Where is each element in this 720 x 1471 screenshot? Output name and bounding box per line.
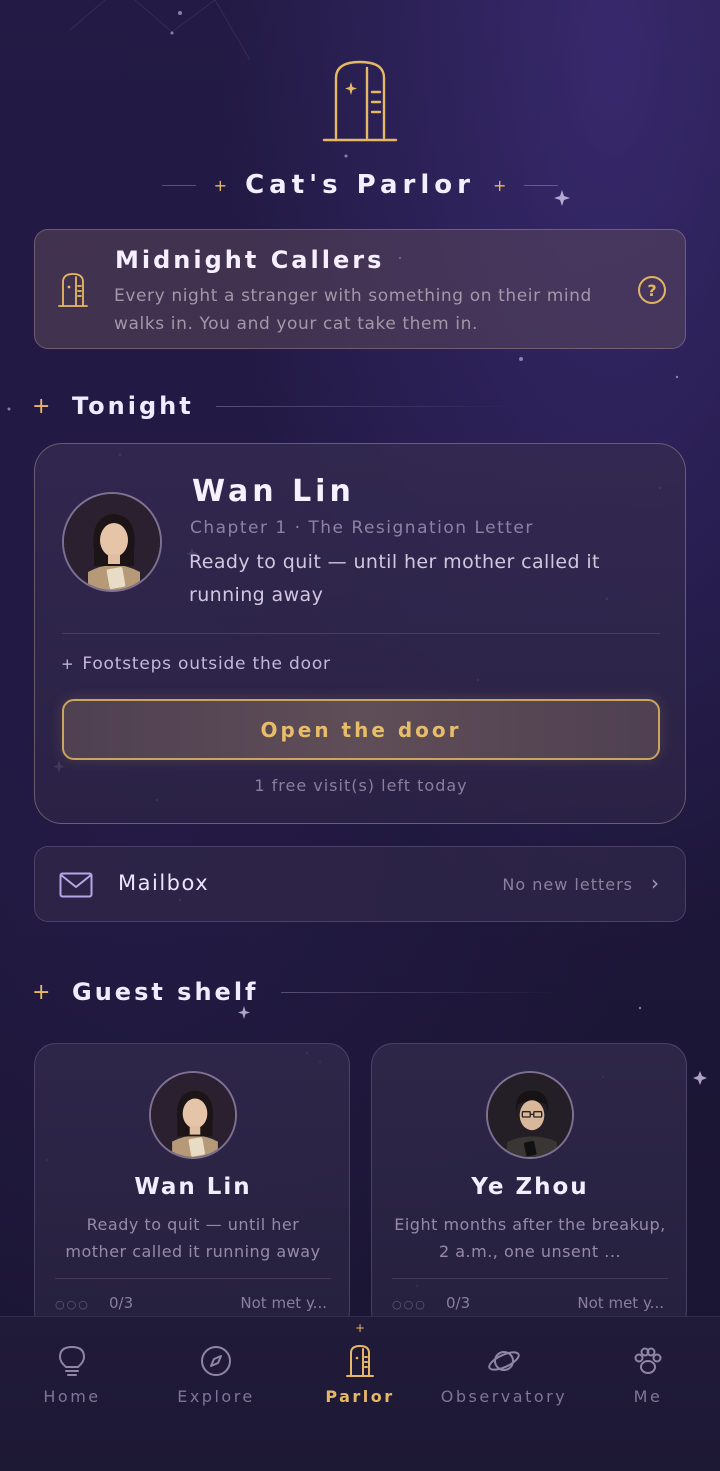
chapter-label: Chapter 1 · The Resignation Letter [190, 518, 534, 538]
guest-description: Eight months after the breakup, 2 a.m., … [394, 1215, 666, 1261]
sparkle-icon: + [32, 979, 51, 1005]
active-indicator-icon: + [355, 1321, 366, 1335]
guest-status: Not met y... [240, 1294, 327, 1312]
nav-item-parlor[interactable]: + Parlor [288, 1317, 432, 1471]
nav-label-observatory: Observatory [440, 1387, 568, 1406]
tonight-guest-name: Wan Lin [192, 474, 355, 509]
sparkle-icon: + [213, 175, 228, 195]
section-divider [215, 405, 516, 407]
nav-label-me: Me [633, 1387, 663, 1406]
progress-dots: ○○○ [55, 1298, 90, 1311]
envelope-icon [59, 872, 93, 898]
sparkle-icon: + [32, 393, 51, 419]
help-icon[interactable]: ? [638, 276, 666, 304]
title-divider-left [161, 184, 196, 186]
app-title: Cat's Parlor [245, 170, 475, 200]
progress-dots: ○○○ [392, 1298, 427, 1311]
guest-avatar [149, 1071, 237, 1159]
progress-count: 0/3 [109, 1294, 134, 1312]
paw-icon [634, 1347, 662, 1374]
lightbulb-icon [58, 1345, 86, 1376]
tonight-guest-description: Ready to quit — until her mother called … [189, 551, 600, 606]
guest-name: Wan Lin [134, 1174, 252, 1200]
nav-label-parlor: Parlor [325, 1387, 395, 1406]
planet-icon [488, 1351, 520, 1371]
guest-avatar [486, 1071, 574, 1159]
card-divider [392, 1278, 668, 1279]
portrait-illustration [64, 494, 160, 590]
guest-card[interactable]: Wan Lin Ready to quit — until her mother… [34, 1043, 350, 1333]
mailbox-status: No new letters [502, 875, 633, 894]
nav-label-home: Home [43, 1387, 101, 1406]
arrival-status-text: Footsteps outside the door [82, 654, 331, 674]
tonight-section-header: + Tonight [32, 391, 516, 421]
nav-label-explore: Explore [177, 1387, 255, 1406]
banner-title: Midnight Callers [115, 246, 385, 274]
card-divider [55, 1278, 331, 1279]
guest-description: Ready to quit — until her mother called … [65, 1215, 321, 1261]
parlor-door-logo-icon [322, 60, 398, 142]
guest-shelf-section-header: + Guest shelf [32, 977, 561, 1007]
tonight-guest-card[interactable]: Wan Lin Chapter 1 · The Resignation Lett… [34, 443, 686, 824]
guest-status: Not met y... [577, 1294, 664, 1312]
nav-item-explore[interactable]: Explore [144, 1317, 288, 1471]
arrival-status: + Footsteps outside the door [61, 654, 331, 674]
section-title-guest-shelf: Guest shelf [72, 978, 259, 1006]
mailbox-row[interactable]: Mailbox No new letters › [34, 846, 686, 922]
card-divider [62, 633, 660, 634]
door-icon [346, 1344, 374, 1377]
guest-card[interactable]: Ye Zhou Eight months after the breakup, … [371, 1043, 687, 1333]
nav-item-home[interactable]: Home [0, 1317, 144, 1471]
banner-description: Every night a stranger with something on… [114, 286, 592, 334]
nav-item-me[interactable]: Me [576, 1317, 720, 1471]
section-title-tonight: Tonight [72, 392, 194, 420]
guest-name: Ye Zhou [471, 1174, 589, 1200]
open-door-button[interactable]: Open the door [62, 699, 660, 760]
free-visits-remaining: 1 free visit(s) left today [254, 776, 468, 795]
section-divider [280, 991, 561, 993]
portrait-illustration [488, 1073, 572, 1157]
title-divider-right [524, 184, 559, 186]
chevron-right-icon: › [651, 871, 659, 895]
midnight-callers-banner: Midnight Callers Every night a stranger … [34, 229, 686, 349]
app-title-row: + Cat's Parlor + [0, 168, 720, 202]
guest-avatar [62, 492, 162, 592]
sparkle-icon: + [61, 655, 75, 673]
nav-item-observatory[interactable]: Observatory [432, 1317, 576, 1471]
compass-icon [201, 1346, 231, 1376]
door-icon [58, 273, 88, 307]
bottom-navigation: Home Explore + Parlor Observatory Me [0, 1316, 720, 1471]
progress-count: 0/3 [446, 1294, 471, 1312]
mailbox-label: Mailbox [118, 871, 210, 895]
screen: + Cat's Parlor + Midnight Callers Every … [0, 0, 720, 1471]
portrait-illustration [151, 1073, 235, 1157]
sparkle-icon: + [492, 175, 507, 195]
